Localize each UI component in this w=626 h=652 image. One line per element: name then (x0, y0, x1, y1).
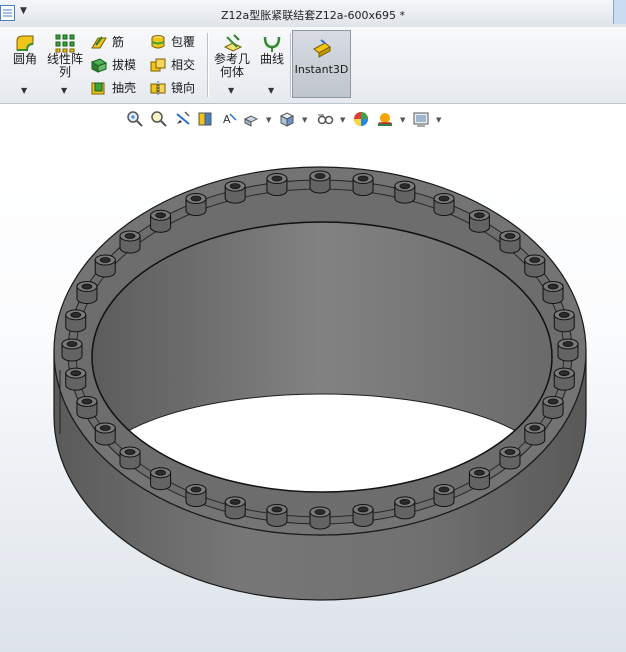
reference-geometry-dropdown-icon[interactable]: ▼ (228, 86, 234, 95)
socket-head-bolt (542, 395, 564, 419)
socket-head-bolt (65, 309, 87, 333)
socket-head-bolt (433, 193, 455, 217)
shell-label: 抽壳 (112, 81, 137, 95)
socket-head-bolt (553, 309, 575, 333)
socket-head-bolt (394, 496, 416, 520)
socket-head-bolt (352, 503, 374, 527)
socket-head-bolt (542, 281, 564, 305)
socket-head-bolt (94, 422, 116, 446)
rib-label: 筋 (112, 35, 125, 49)
socket-head-bolt (76, 281, 98, 305)
draft-label: 拔模 (112, 58, 137, 72)
reference-geometry-icon (223, 34, 243, 52)
ribbon-separator (207, 33, 208, 97)
socket-head-bolt (76, 395, 98, 419)
socket-head-bolt (433, 483, 455, 507)
curves-dropdown-icon[interactable]: ▼ (268, 86, 274, 95)
socket-head-bolt (150, 209, 172, 233)
socket-head-bolt (468, 209, 490, 233)
socket-head-bolt (557, 338, 579, 362)
linear-pattern-label-line2: 列 (58, 65, 71, 79)
socket-head-bolt (394, 180, 416, 204)
fillet-icon (16, 35, 34, 51)
socket-head-bolt (468, 467, 490, 491)
socket-head-bolt (266, 503, 288, 527)
draft-icon (90, 58, 108, 73)
curves-label: 曲线 (259, 52, 284, 66)
instant3d-icon (312, 39, 331, 58)
linear-pattern-icon (55, 34, 75, 53)
reference-geometry-label-line2: 何体 (219, 65, 244, 79)
linear-pattern-button[interactable]: 线性阵 列 (45, 33, 85, 79)
socket-head-bolt (119, 446, 141, 470)
socket-head-bolt (61, 338, 83, 362)
command-manager-ribbon: 圆角 ▼ 线性阵 列 ▼ 筋 拔模 抽壳 包覆 相交 镜向 参考几 何体 ▼ 曲… (0, 27, 626, 104)
socket-head-bolt (185, 193, 207, 217)
rib-button[interactable]: 筋 (90, 32, 124, 52)
shell-button[interactable]: 抽壳 (90, 78, 136, 98)
socket-head-bolt (499, 446, 521, 470)
wrap-label: 包覆 (171, 35, 196, 49)
mirror-button[interactable]: 镜向 (149, 78, 195, 98)
wrap-icon (151, 35, 165, 49)
mirror-label: 镜向 (171, 81, 196, 95)
instant3d-button[interactable]: Instant3D (292, 30, 351, 98)
window-control-button[interactable] (613, 0, 626, 24)
socket-head-bolt (65, 367, 87, 391)
fillet-label: 圆角 (12, 52, 37, 66)
socket-head-bolt (94, 254, 116, 278)
socket-head-bolt (524, 422, 546, 446)
instant3d-label: Instant3D (294, 63, 349, 76)
intersect-label: 相交 (171, 58, 196, 72)
intersect-button[interactable]: 相交 (149, 55, 195, 75)
socket-head-bolt (150, 467, 172, 491)
ribbon-separator (290, 33, 291, 97)
socket-head-bolt (224, 496, 246, 520)
socket-head-bolt (185, 483, 207, 507)
socket-head-bolt (352, 173, 374, 197)
mirror-icon (150, 81, 166, 95)
reference-geometry-button[interactable]: 参考几 何体 (212, 33, 252, 79)
graphics-area[interactable]: A ▼ ▼ ▼ ▼ ▼ (0, 104, 626, 652)
draft-button[interactable]: 拔模 (90, 55, 136, 75)
socket-head-bolt (224, 180, 246, 204)
rib-icon (91, 36, 107, 49)
socket-head-bolt (309, 170, 331, 194)
socket-head-bolt (524, 254, 546, 278)
socket-head-bolt (553, 367, 575, 391)
curves-button[interactable]: 曲线 (256, 33, 288, 66)
socket-head-bolt (266, 173, 288, 197)
socket-head-bolt (119, 230, 141, 254)
fillet-button[interactable]: 圆角 (9, 33, 41, 66)
fillet-dropdown-icon[interactable]: ▼ (21, 86, 27, 95)
ring-model-3d (53, 166, 587, 601)
window-title: Z12a型胀紧联结套Z12a-600x695 * (220, 9, 405, 22)
socket-head-bolt (499, 230, 521, 254)
intersect-icon (150, 58, 166, 72)
curves-icon (263, 36, 281, 52)
linear-pattern-dropdown-icon[interactable]: ▼ (61, 86, 67, 95)
shell-icon (91, 82, 105, 95)
title-bar: ▼ Z12a型胀紧联结套Z12a-600x695 * (0, 0, 626, 28)
wrap-button[interactable]: 包覆 (149, 32, 195, 52)
socket-head-bolt (309, 506, 331, 530)
